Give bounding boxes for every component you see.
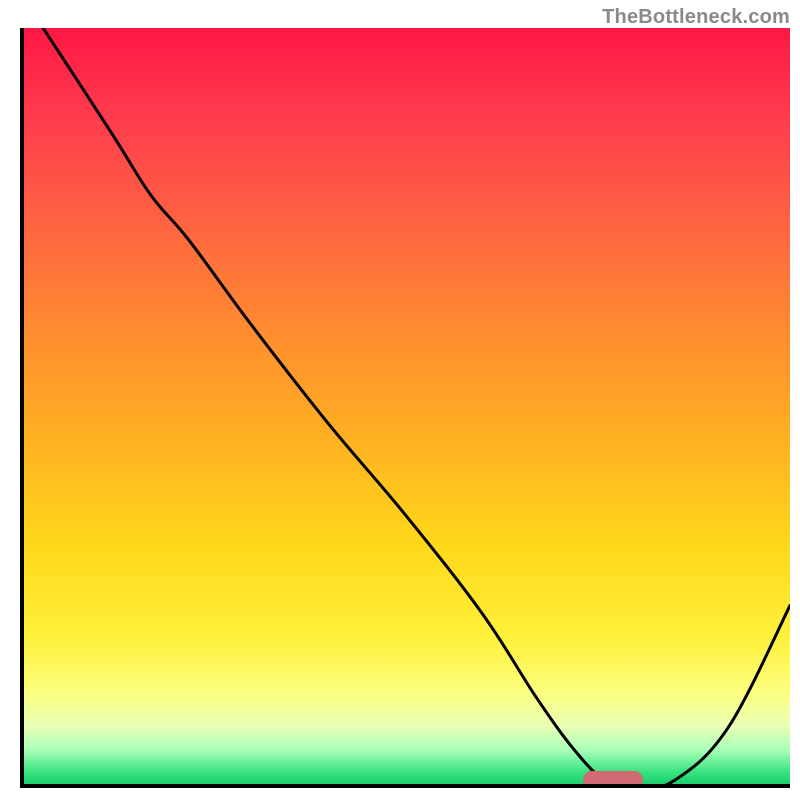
plot-area bbox=[20, 28, 790, 788]
bottleneck-curve bbox=[43, 28, 790, 788]
x-axis bbox=[20, 784, 790, 788]
curve-svg bbox=[20, 28, 790, 788]
plot-clip bbox=[20, 28, 790, 788]
attribution-text: TheBottleneck.com bbox=[602, 6, 790, 29]
y-axis bbox=[20, 28, 24, 788]
